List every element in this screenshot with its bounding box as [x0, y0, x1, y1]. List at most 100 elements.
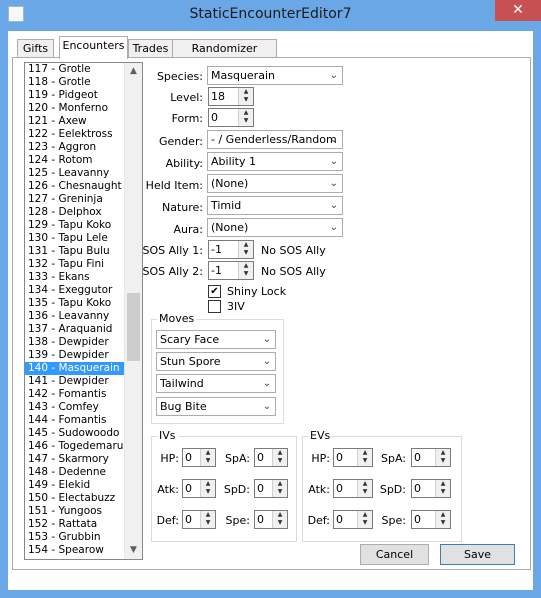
encounter-list[interactable]: 117 - Grotle 118 - Grotle 119 - Pidgeot 120…: [24, 62, 143, 560]
spin-down-icon[interactable]: ▼: [273, 488, 287, 496]
tab-trades[interactable]: Trades: [128, 39, 173, 59]
3iv-label: 3IV: [227, 300, 245, 313]
ev-spe-stepper[interactable]: 0 ▲ ▼: [411, 510, 451, 529]
iv-spd-stepper[interactable]: 0 ▲ ▼: [254, 479, 288, 498]
spin-down-icon[interactable]: ▼: [358, 488, 372, 496]
spin-up-icon[interactable]: ▲: [239, 109, 253, 117]
spin-up-icon[interactable]: ▲: [239, 88, 253, 96]
form-stepper[interactable]: 0 ▲ ▼: [208, 108, 254, 127]
species-dropdown[interactable]: Masquerain ⌄: [207, 66, 343, 85]
level-label: Level:: [170, 91, 203, 104]
ability-label: Ability:: [165, 157, 203, 170]
spin-down-icon[interactable]: ▼: [239, 96, 253, 104]
ev-spa-label: SpA:: [380, 452, 406, 465]
move-4-dropdown[interactable]: Bug Bite ⌄: [156, 397, 276, 416]
scrollbar-thumb[interactable]: [127, 293, 140, 361]
sos-ally-1-stepper[interactable]: -1 ▲ ▼: [208, 240, 254, 259]
spin-down-icon[interactable]: ▼: [436, 519, 450, 527]
nature-label: Nature:: [161, 201, 203, 214]
spin-up-icon[interactable]: ▲: [436, 511, 450, 519]
sos-ally-2-stepper[interactable]: -1 ▲ ▼: [208, 261, 254, 280]
ev-def-value: 0: [336, 513, 343, 526]
move-2-dropdown[interactable]: Stun Spore ⌄: [156, 352, 276, 371]
chevron-down-icon: ⌄: [329, 156, 339, 167]
close-button[interactable]: ✕: [495, 0, 541, 21]
ev-def-label: Def:: [307, 514, 330, 527]
spin-down-icon[interactable]: ▼: [436, 457, 450, 465]
cancel-button[interactable]: Cancel: [360, 544, 429, 565]
spin-up-icon[interactable]: ▲: [201, 511, 215, 519]
gender-dropdown[interactable]: - / Genderless/Random ⌄: [207, 130, 343, 149]
gender-label: Gender:: [158, 135, 203, 148]
title-bar: StaticEncounterEditor7 ✕: [0, 0, 541, 30]
ability-dropdown[interactable]: Ability 1 ⌄: [207, 152, 343, 171]
held-item-value: (None): [211, 177, 249, 190]
iv-hp-stepper[interactable]: 0 ▲ ▼: [182, 448, 216, 467]
sos-ally-1-status: No SOS Ally: [261, 244, 326, 257]
ev-spa-value: 0: [414, 451, 421, 464]
nature-value: Timid: [211, 199, 242, 212]
move-4-value: Bug Bite: [160, 400, 207, 413]
spin-up-icon[interactable]: ▲: [239, 241, 253, 249]
spin-down-icon[interactable]: ▼: [358, 457, 372, 465]
spin-down-icon[interactable]: ▼: [239, 117, 253, 125]
ev-atk-label: Atk:: [308, 483, 330, 496]
iv-atk-value: 0: [185, 482, 192, 495]
spin-up-icon[interactable]: ▲: [358, 511, 372, 519]
ev-spd-stepper[interactable]: 0 ▲ ▼: [411, 479, 451, 498]
move-3-dropdown[interactable]: Tailwind ⌄: [156, 374, 276, 393]
iv-spe-stepper[interactable]: 0 ▲ ▼: [254, 510, 288, 529]
tab-gifts[interactable]: Gifts: [17, 39, 54, 59]
level-stepper[interactable]: 18 ▲ ▼: [208, 87, 254, 106]
spin-up-icon[interactable]: ▲: [273, 449, 287, 457]
tab-encounters[interactable]: Encounters: [59, 36, 128, 59]
3iv-checkbox[interactable]: [208, 300, 221, 313]
spin-down-icon[interactable]: ▼: [358, 519, 372, 527]
spin-up-icon[interactable]: ▲: [239, 262, 253, 270]
tab-randomizer-options[interactable]: Randomizer Options: [172, 39, 277, 73]
spin-down-icon[interactable]: ▼: [201, 457, 215, 465]
list-scrollbar[interactable]: ▲ ▼: [124, 63, 142, 559]
spin-down-icon[interactable]: ▼: [201, 519, 215, 527]
spin-down-icon[interactable]: ▼: [273, 519, 287, 527]
chevron-down-icon: ⌄: [262, 334, 272, 345]
iv-atk-stepper[interactable]: 0 ▲ ▼: [182, 479, 216, 498]
spin-up-icon[interactable]: ▲: [436, 449, 450, 457]
chevron-down-icon: ⌄: [262, 401, 272, 412]
chevron-down-icon: ⌄: [329, 178, 339, 189]
spin-down-icon[interactable]: ▼: [201, 488, 215, 496]
iv-spa-stepper[interactable]: 0 ▲ ▼: [254, 448, 288, 467]
iv-def-stepper[interactable]: 0 ▲ ▼: [182, 510, 216, 529]
scroll-down-icon[interactable]: ▼: [125, 542, 142, 559]
spin-up-icon[interactable]: ▲: [358, 480, 372, 488]
save-button[interactable]: Save: [440, 544, 515, 565]
nature-dropdown[interactable]: Timid ⌄: [207, 196, 343, 215]
ev-def-stepper[interactable]: 0 ▲ ▼: [333, 510, 373, 529]
iv-spe-value: 0: [257, 513, 264, 526]
spin-down-icon[interactable]: ▼: [239, 270, 253, 278]
scroll-up-icon[interactable]: ▲: [125, 63, 142, 80]
ev-hp-stepper[interactable]: 0 ▲ ▼: [333, 448, 373, 467]
iv-spa-label: SpA:: [224, 452, 250, 465]
spin-down-icon[interactable]: ▼: [273, 457, 287, 465]
spin-down-icon[interactable]: ▼: [239, 249, 253, 257]
ev-atk-stepper[interactable]: 0 ▲ ▼: [333, 479, 373, 498]
spin-up-icon[interactable]: ▲: [201, 480, 215, 488]
ev-atk-value: 0: [336, 482, 343, 495]
sos-ally-1-label: SOS Ally 1:: [142, 244, 203, 257]
sos-ally-2-value: -1: [211, 264, 222, 277]
ev-spa-stepper[interactable]: 0 ▲ ▼: [411, 448, 451, 467]
spin-up-icon[interactable]: ▲: [436, 480, 450, 488]
spin-up-icon[interactable]: ▲: [201, 449, 215, 457]
shiny-lock-checkbox[interactable]: ✔: [208, 285, 221, 298]
move-1-dropdown[interactable]: Scary Face ⌄: [156, 330, 276, 349]
spin-up-icon[interactable]: ▲: [273, 480, 287, 488]
spin-down-icon[interactable]: ▼: [436, 488, 450, 496]
gender-value: - / Genderless/Random: [211, 133, 337, 146]
spin-up-icon[interactable]: ▲: [273, 511, 287, 519]
spin-up-icon[interactable]: ▲: [358, 449, 372, 457]
held-item-dropdown[interactable]: (None) ⌄: [207, 174, 343, 193]
aura-dropdown[interactable]: (None) ⌄: [207, 218, 343, 237]
ev-hp-label: HP:: [311, 452, 330, 465]
species-value: Masquerain: [211, 69, 275, 82]
